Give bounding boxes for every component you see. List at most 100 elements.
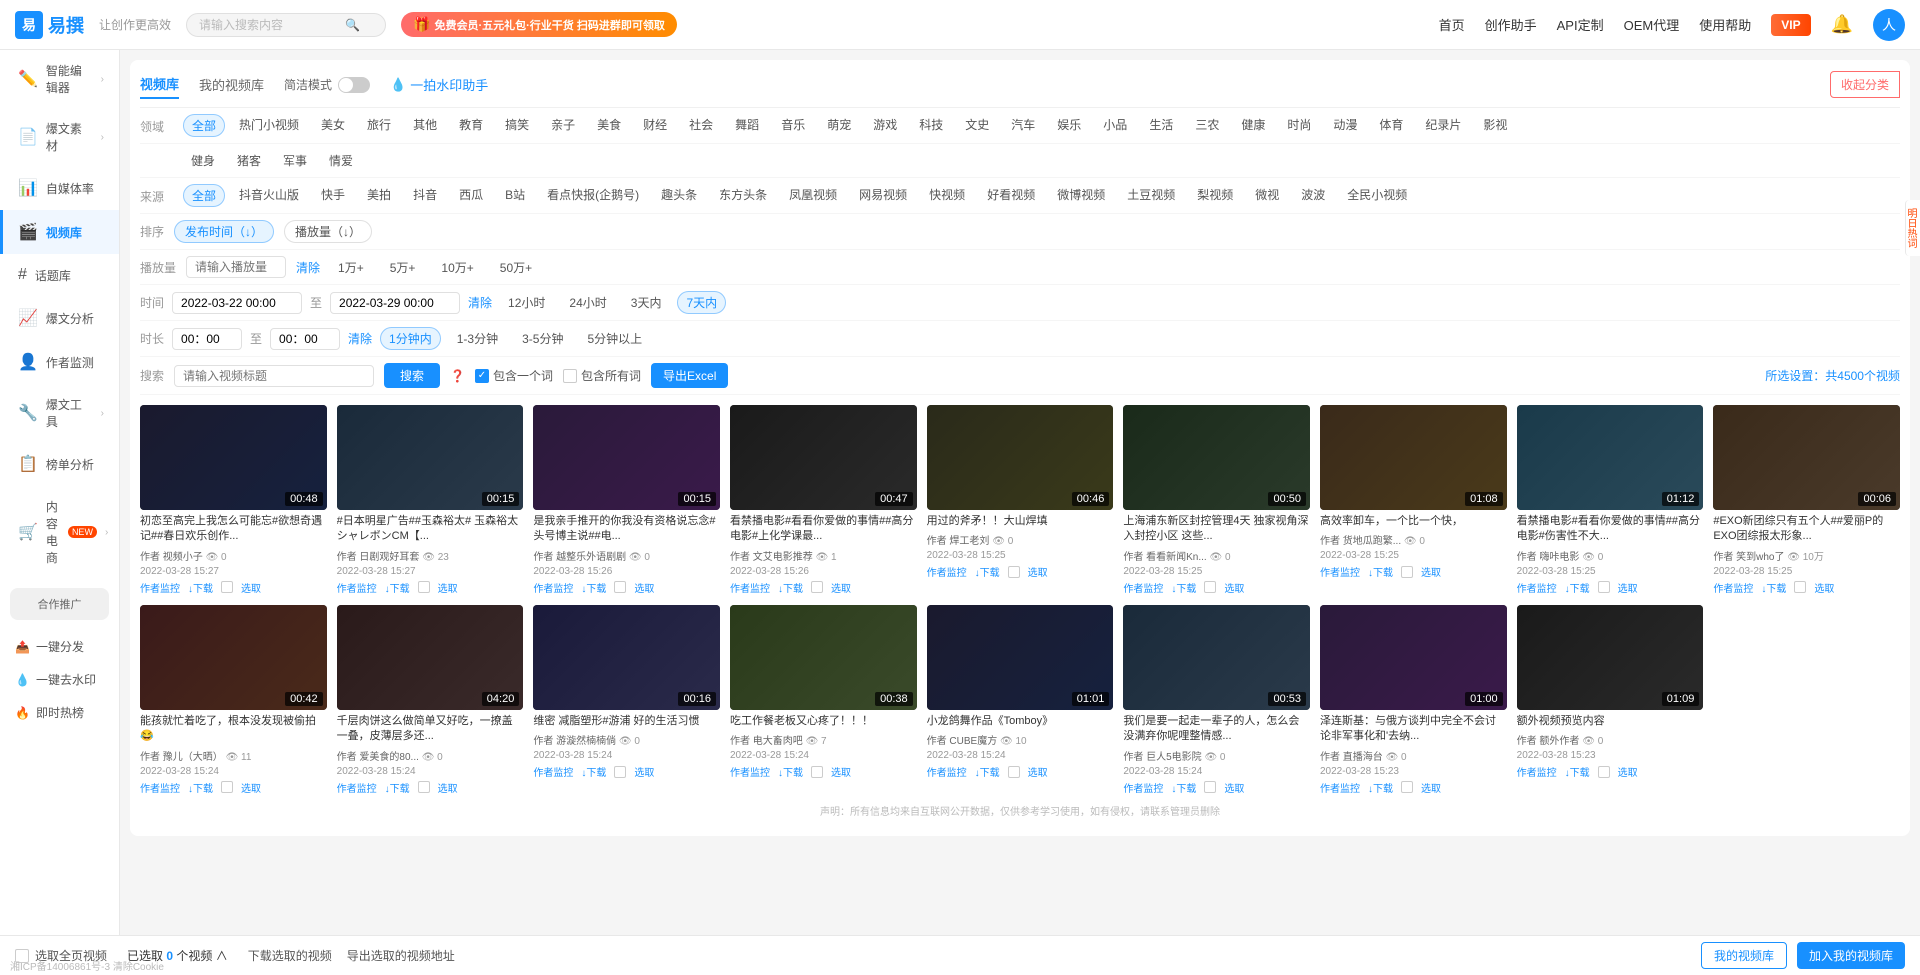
source-tag-qutoutiao[interactable]: 趣头条	[653, 184, 705, 207]
tab-video-lib[interactable]: 视频库	[140, 70, 179, 99]
select-video-checkbox[interactable]	[1204, 581, 1216, 593]
select-label[interactable]: 选取	[241, 780, 261, 795]
domain-tag-car[interactable]: 汽车	[1003, 114, 1043, 137]
domain-tag-other[interactable]: 其他	[405, 114, 445, 137]
source-tag-kandian[interactable]: 看点快报(企鹅号)	[539, 184, 647, 207]
domain-tag-hot[interactable]: 热门小视频	[231, 114, 307, 137]
select-label[interactable]: 选取	[438, 780, 458, 795]
nav-home[interactable]: 首页	[1439, 15, 1465, 34]
domain-tag-history[interactable]: 文史	[957, 114, 997, 137]
select-label[interactable]: 选取	[241, 580, 261, 595]
select-label[interactable]: 选取	[1618, 764, 1638, 779]
source-tag-netease[interactable]: 网易视频	[851, 184, 915, 207]
time-quick-24h[interactable]: 24小时	[561, 292, 614, 313]
video-card-2[interactable]: 00:15 #日本明星广告##玉森裕太# 玉森裕太シャレボンCM【... 作者 …	[337, 405, 524, 595]
download-btn[interactable]: ↓下载	[1565, 764, 1590, 779]
domain-tag-finance[interactable]: 财经	[635, 114, 675, 137]
select-video-checkbox[interactable]	[614, 766, 626, 778]
promo-banner[interactable]: 🎁 免费会员·五元礼包·行业干货 扫码进群即可领取	[401, 12, 677, 37]
time-start-input[interactable]	[172, 292, 302, 314]
sidebar-item-hot[interactable]: 🔥 即时热榜	[0, 696, 119, 729]
source-tag-tudou[interactable]: 土豆视频	[1119, 184, 1183, 207]
domain-tag-dance[interactable]: 舞蹈	[727, 114, 767, 137]
domain-tag-kids[interactable]: 亲子	[543, 114, 583, 137]
author-monitor-btn[interactable]: 作者监控	[140, 780, 180, 795]
domain-tag-sports[interactable]: 体育	[1371, 114, 1411, 137]
video-card-3[interactable]: 00:15 是我亲手推开的你我没有资格说忘念#头号博主说##电... 作者 越整…	[533, 405, 720, 595]
author-monitor-btn[interactable]: 作者监控	[1713, 580, 1753, 595]
sort-time-button[interactable]: 发布时间（↓）	[174, 220, 274, 243]
play-option-5w[interactable]: 5万+	[382, 257, 424, 278]
time-end-input[interactable]	[330, 292, 460, 314]
domain-tag-music[interactable]: 音乐	[773, 114, 813, 137]
select-video-checkbox[interactable]	[1598, 766, 1610, 778]
video-card-14[interactable]: 01:01 小龙鸽舞作品《Tomboy》 作者 CUBE魔方 👁 10 2022…	[927, 605, 1114, 795]
download-btn[interactable]: ↓下载	[385, 780, 410, 795]
download-btn[interactable]: ↓下载	[188, 580, 213, 595]
download-btn[interactable]: ↓下载	[1368, 564, 1393, 579]
expand-icon[interactable]: ∧	[216, 949, 228, 963]
duration-start-input[interactable]	[172, 328, 242, 350]
duration-option-1min[interactable]: 1分钟内	[380, 327, 441, 350]
domain-tag-society[interactable]: 社会	[681, 114, 721, 137]
video-card-7[interactable]: 01:08 高效率卸车，一个比一个快， 作者 货地瓜跑繁... 👁 0 2022…	[1320, 405, 1507, 595]
download-btn[interactable]: ↓下载	[1171, 580, 1196, 595]
source-tag-li[interactable]: 梨视频	[1189, 184, 1241, 207]
search-input[interactable]	[199, 18, 339, 32]
sidebar-item-media[interactable]: 📊 自媒体率	[0, 166, 119, 210]
source-tag-bobo[interactable]: 波波	[1293, 184, 1333, 207]
download-btn[interactable]: ↓下载	[1565, 580, 1590, 595]
select-video-checkbox[interactable]	[811, 766, 823, 778]
source-tag-weibo[interactable]: 微博视频	[1049, 184, 1113, 207]
source-tag-bilibili[interactable]: B站	[497, 184, 533, 207]
play-option-10w[interactable]: 10万+	[433, 257, 481, 278]
sort-play-button[interactable]: 播放量（↓）	[284, 220, 372, 243]
domain-tag-health[interactable]: 健康	[1233, 114, 1273, 137]
time-quick-12h[interactable]: 12小时	[500, 292, 553, 313]
download-btn[interactable]: ↓下载	[385, 580, 410, 595]
select-label[interactable]: 选取	[1224, 580, 1244, 595]
select-label[interactable]: 选取	[634, 580, 654, 595]
download-btn[interactable]: ↓下载	[188, 780, 213, 795]
domain-tag-farming[interactable]: 三农	[1187, 114, 1227, 137]
domain-tag-animation[interactable]: 动漫	[1325, 114, 1365, 137]
author-monitor-btn[interactable]: 作者监控	[337, 580, 377, 595]
play-option-1w[interactable]: 1万+	[330, 257, 372, 278]
source-tag-paijia[interactable]: 抖音	[405, 184, 445, 207]
domain-tag-sketch[interactable]: 小品	[1095, 114, 1135, 137]
export-action[interactable]: 导出选取的视频地址	[347, 947, 455, 964]
domain-tag-romance[interactable]: 情爱	[321, 150, 361, 171]
download-btn[interactable]: ↓下载	[581, 764, 606, 779]
select-video-checkbox[interactable]	[221, 581, 233, 593]
select-video-checkbox[interactable]	[811, 581, 823, 593]
nav-creator[interactable]: 创作助手	[1485, 15, 1537, 34]
sidebar-item-author[interactable]: 👤 作者监测	[0, 340, 119, 384]
select-video-checkbox[interactable]	[1598, 581, 1610, 593]
time-quick-7d[interactable]: 7天内	[677, 291, 726, 314]
author-monitor-btn[interactable]: 作者监控	[1320, 564, 1360, 579]
domain-tag-travel[interactable]: 旅行	[359, 114, 399, 137]
video-card-15[interactable]: 00:53 我们是要一起走一辈子的人，怎么会没满弃你呢哩整情感... 作者 巨人…	[1123, 605, 1310, 795]
domain-tag-film[interactable]: 影视	[1475, 114, 1515, 137]
select-video-checkbox[interactable]	[1008, 566, 1020, 578]
select-label[interactable]: 选取	[1421, 780, 1441, 795]
search-icon[interactable]: 🔍	[345, 18, 360, 32]
duration-clear-button[interactable]: 清除	[348, 330, 372, 347]
author-monitor-btn[interactable]: 作者监控	[533, 580, 573, 595]
select-label[interactable]: 选取	[438, 580, 458, 595]
domain-tag-beauty[interactable]: 美女	[313, 114, 353, 137]
nav-api[interactable]: API定制	[1557, 15, 1604, 34]
source-tag-douyin[interactable]: 抖音火山版	[231, 184, 307, 207]
play-clear-button[interactable]: 清除	[296, 259, 320, 276]
source-tag-meipai[interactable]: 美拍	[359, 184, 399, 207]
select-label[interactable]: 选取	[1028, 564, 1048, 579]
download-btn[interactable]: ↓下载	[1171, 780, 1196, 795]
sidebar-item-publish[interactable]: 📤 一键分发	[0, 630, 119, 663]
source-tag-haokan[interactable]: 好看视频	[979, 184, 1043, 207]
select-video-checkbox[interactable]	[614, 581, 626, 593]
domain-tag-funny[interactable]: 搞笑	[497, 114, 537, 137]
source-tag-xigua[interactable]: 西瓜	[451, 184, 491, 207]
author-monitor-btn[interactable]: 作者监控	[140, 580, 180, 595]
add-library-button[interactable]: 加入我的视频库	[1797, 942, 1905, 969]
video-card-11[interactable]: 04:20 千层肉饼这么做简单又好吃，一撩盖一叠，皮薄层多还... 作者 爱美食…	[337, 605, 524, 795]
